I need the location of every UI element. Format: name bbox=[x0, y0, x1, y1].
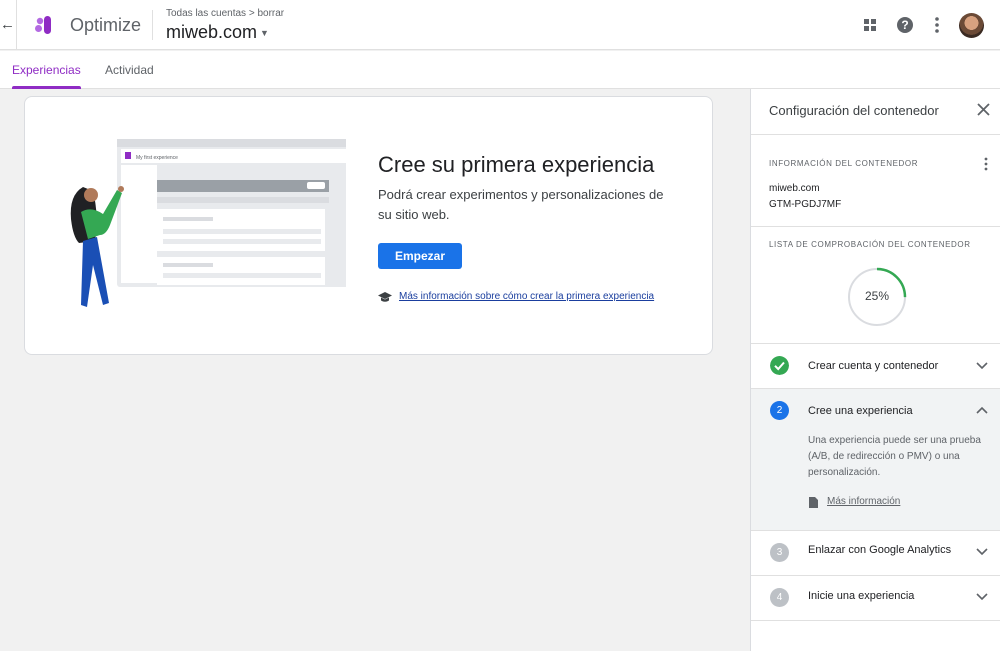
breadcrumb[interactable]: Todas las cuentas > borrar bbox=[166, 8, 284, 20]
empty-state-card: My first experience Cree su primera expe… bbox=[24, 96, 713, 355]
checklist-step-2[interactable]: 2 Cree una experiencia Una experiencia p… bbox=[751, 389, 1000, 530]
empty-state-description: Podrá crear experimentos y personalizaci… bbox=[378, 187, 664, 222]
caret-down-icon: ▼ bbox=[260, 28, 269, 39]
divider bbox=[751, 620, 1000, 621]
step-label: Enlazar con Google Analytics bbox=[808, 544, 952, 556]
step-label: Cree una experiencia bbox=[808, 405, 913, 417]
checklist-step-3[interactable]: 3 Enlazar con Google Analytics bbox=[751, 531, 1000, 575]
more-vert-icon[interactable] bbox=[934, 16, 940, 34]
tab-bar: Experiencias Actividad bbox=[0, 51, 1000, 89]
tab-experiencias[interactable]: Experiencias bbox=[12, 51, 81, 89]
site-name: miweb.com bbox=[166, 22, 258, 42]
container-info-heading: INFORMACIÓN DEL CONTENEDOR bbox=[769, 159, 919, 168]
divider bbox=[751, 226, 1000, 227]
chevron-down-icon[interactable] bbox=[976, 593, 988, 601]
close-icon[interactable] bbox=[977, 103, 990, 116]
optimize-logo[interactable] bbox=[33, 14, 55, 36]
container-domain: miweb.com bbox=[769, 183, 820, 194]
step-label: Inicie una experiencia bbox=[808, 590, 915, 602]
step-number-badge: 3 bbox=[770, 543, 789, 562]
help-icon[interactable]: ? bbox=[897, 17, 913, 33]
chevron-down-icon[interactable] bbox=[976, 548, 988, 556]
empty-state-title: Cree su primera experiencia bbox=[378, 152, 655, 177]
back-arrow-icon[interactable]: ← bbox=[0, 17, 15, 33]
start-button[interactable]: Empezar bbox=[378, 243, 462, 269]
app-header: ← Optimize Todas las cuentas > borrar mi… bbox=[0, 0, 1000, 50]
step-label: Crear cuenta y contenedor bbox=[808, 360, 939, 372]
container-settings-panel: Configuración del contenedor INFORMACIÓN… bbox=[750, 89, 1000, 651]
experience-illustration: My first experience bbox=[70, 139, 346, 307]
step-description: Una experiencia puede ser una prueba (A/… bbox=[808, 435, 981, 478]
checklist-step-1[interactable]: Crear cuenta y contenedor bbox=[751, 344, 1000, 388]
tab-actividad[interactable]: Actividad bbox=[105, 51, 154, 89]
container-id: GTM-PGDJ7MF bbox=[769, 199, 842, 210]
site-selector[interactable]: miweb.com ▼ bbox=[166, 20, 269, 45]
panel-title: Configuración del contenedor bbox=[769, 103, 939, 118]
check-circle-icon bbox=[770, 356, 789, 375]
more-vert-icon[interactable] bbox=[984, 157, 988, 171]
header-divider bbox=[152, 10, 153, 40]
step-number-badge: 2 bbox=[770, 401, 789, 420]
header-divider bbox=[16, 0, 17, 50]
avatar[interactable] bbox=[959, 13, 984, 38]
apps-grid-icon[interactable] bbox=[862, 17, 878, 33]
document-icon bbox=[809, 497, 818, 508]
divider bbox=[751, 134, 1000, 135]
progress-percent: 25% bbox=[864, 289, 890, 303]
step-more-info-link[interactable]: Más información bbox=[827, 495, 900, 509]
illustration-window-title: My first experience bbox=[136, 155, 178, 161]
chevron-down-icon[interactable] bbox=[976, 362, 988, 370]
step-number-badge: 4 bbox=[770, 588, 789, 607]
graduation-cap-icon bbox=[378, 292, 392, 302]
app-name: Optimize bbox=[70, 15, 142, 35]
chevron-up-icon[interactable] bbox=[976, 406, 988, 414]
learn-more-link[interactable]: Más información sobre cómo crear la prim… bbox=[399, 290, 654, 304]
checklist-heading: LISTA DE COMPROBACIÓN DEL CONTENEDOR bbox=[769, 240, 971, 249]
checklist-step-4[interactable]: 4 Inicie una experiencia bbox=[751, 576, 1000, 620]
